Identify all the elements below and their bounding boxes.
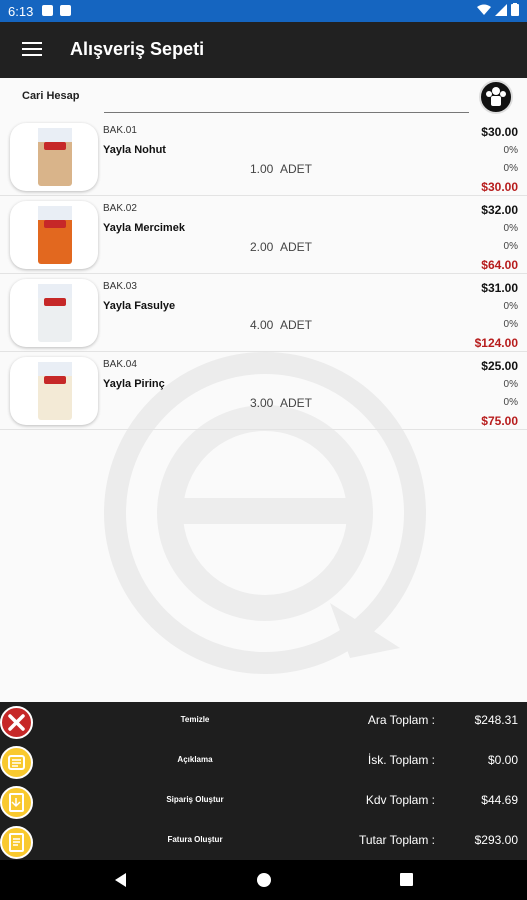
customers-icon: [486, 87, 506, 106]
discount-total-value: $0.00: [487, 753, 518, 767]
line-total: $75.00: [481, 414, 518, 428]
unit-price: $30.00: [481, 125, 518, 139]
account-input[interactable]: [104, 112, 469, 113]
cart-item[interactable]: BAK.04 Yayla Pirinç 3.00 ADET $25.00 0% 0% $75.…: [0, 352, 527, 430]
sd-card-icon: [60, 5, 71, 16]
product-image: [10, 201, 98, 269]
create-order-button[interactable]: [0, 786, 33, 819]
notes-icon: [8, 755, 25, 770]
clear-action-label[interactable]: Temizle: [150, 715, 240, 724]
app-bar: Alışveriş Sepeti: [0, 22, 527, 78]
page-title: Alışveriş Sepeti: [70, 39, 205, 59]
product-package-icon: [38, 206, 72, 264]
summary-row: Temizle Ara Toplam : $248.31: [0, 702, 527, 742]
quantity[interactable]: 2.00: [250, 240, 273, 254]
product-name: Yayla Nohut: [103, 144, 166, 156]
account-label: Cari Hesap: [22, 90, 80, 102]
discount-rate: 0%: [503, 223, 518, 234]
bottom-panel: Temizle Ara Toplam : $248.31 Açıklama İs…: [0, 702, 527, 860]
account-select-button[interactable]: [479, 80, 513, 114]
unit: ADET: [280, 240, 313, 254]
line-total: $64.00: [481, 258, 518, 272]
home-icon[interactable]: [257, 873, 271, 887]
grand-total-label: Tutar Toplam :: [358, 833, 435, 847]
tax-rate: 0%: [503, 163, 518, 174]
create-invoice-label[interactable]: Fatura Oluştur: [150, 835, 240, 844]
vat-total-value: $44.69: [481, 793, 518, 807]
note-action-label[interactable]: Açıklama: [150, 755, 240, 764]
discount-total-label: İsk. Toplam :: [367, 753, 435, 767]
unit-price: $31.00: [481, 281, 518, 295]
quantity[interactable]: 4.00: [250, 318, 273, 332]
create-invoice-button[interactable]: [0, 826, 33, 859]
unit-price: $25.00: [481, 359, 518, 373]
summary-row: Fatura Oluştur Tutar Toplam : $293.00: [0, 822, 527, 862]
summary-row: Açıklama İsk. Toplam : $0.00: [0, 742, 527, 782]
discount-rate: 0%: [503, 145, 518, 156]
note-button[interactable]: [0, 746, 33, 779]
cart-item[interactable]: BAK.03 Yayla Fasulye 4.00 ADET $31.00 0% 0% $12…: [0, 274, 527, 352]
clear-button[interactable]: [0, 706, 33, 739]
product-code: BAK.02: [103, 203, 137, 214]
tax-rate: 0%: [503, 397, 518, 408]
product-package-icon: [38, 362, 72, 420]
product-code: BAK.04: [103, 359, 137, 370]
discount-rate: 0%: [503, 301, 518, 312]
wifi-icon: [477, 4, 491, 15]
product-package-icon: [38, 128, 72, 186]
product-code: BAK.03: [103, 281, 137, 292]
line-total: $30.00: [481, 180, 518, 194]
line-total: $124.00: [474, 336, 518, 350]
invoice-icon: [9, 833, 24, 852]
product-image: [10, 357, 98, 425]
subtotal-value: $248.31: [474, 713, 518, 727]
cart-item[interactable]: BAK.02 Yayla Mercimek 2.00 ADET $32.00 0% 0% $6…: [0, 196, 527, 274]
clock: 6:13: [8, 4, 34, 19]
product-image: [10, 123, 98, 191]
close-icon: [8, 714, 25, 731]
grand-total-value: $293.00: [474, 833, 518, 847]
recent-apps-icon[interactable]: [400, 873, 413, 886]
quantity[interactable]: 3.00: [250, 396, 273, 410]
status-bar: 6:13: [0, 0, 527, 22]
product-image: [10, 279, 98, 347]
product-name: Yayla Fasulye: [103, 300, 176, 312]
system-nav-bar: [0, 860, 527, 900]
back-icon[interactable]: [115, 873, 126, 887]
unit: ADET: [280, 318, 313, 332]
product-code: BAK.01: [103, 125, 137, 136]
menu-icon[interactable]: [22, 42, 42, 58]
signal-icon: [495, 3, 507, 16]
tax-rate: 0%: [503, 319, 518, 330]
cart-item[interactable]: BAK.01 Yayla Nohut 1.00 ADET $30.00 0% 0% $30.0…: [0, 118, 527, 196]
product-package-icon: [38, 284, 72, 342]
notification-icon: [42, 5, 53, 16]
order-icon: [9, 793, 24, 812]
product-name: Yayla Pirinç: [103, 378, 165, 390]
product-name: Yayla Mercimek: [103, 222, 185, 234]
unit: ADET: [280, 162, 313, 176]
create-order-label[interactable]: Sipariş Oluştur: [150, 795, 240, 804]
discount-rate: 0%: [503, 379, 518, 390]
tax-rate: 0%: [503, 241, 518, 252]
unit: ADET: [280, 396, 313, 410]
unit-price: $32.00: [481, 203, 518, 217]
quantity[interactable]: 1.00: [250, 162, 273, 176]
vat-total-label: Kdv Toplam :: [365, 793, 435, 807]
cart-content: Cari Hesap BAK.01 Yayla Nohut 1.00 ADET $30.…: [0, 78, 527, 702]
subtotal-label: Ara Toplam :: [367, 713, 435, 727]
battery-icon: [511, 3, 519, 16]
summary-row: Sipariş Oluştur Kdv Toplam : $44.69: [0, 782, 527, 822]
account-row: Cari Hesap: [0, 78, 527, 118]
